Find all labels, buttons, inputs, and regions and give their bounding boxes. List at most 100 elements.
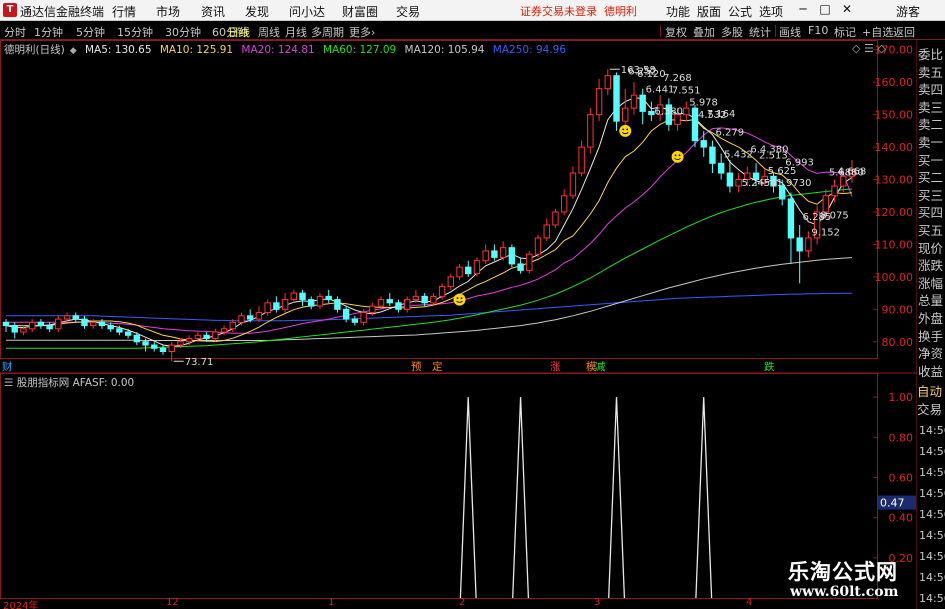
candle-body [299, 292, 306, 301]
period-weekly[interactable]: 周线 [258, 24, 280, 40]
smiley-face [671, 150, 684, 163]
period-30min[interactable]: 30分钟 [165, 24, 201, 40]
candle [526, 250, 533, 274]
tick-time: 14:56 [919, 592, 945, 605]
menu-icon[interactable]: ☰ [864, 42, 874, 55]
close-button[interactable]: ✕ [839, 2, 855, 16]
candle-body [220, 328, 228, 333]
user-guest[interactable]: 游客 [896, 3, 920, 20]
candle [264, 299, 271, 316]
smiley-face [453, 293, 466, 306]
expand-diamond-icon[interactable]: ◇ [877, 42, 885, 55]
candle-body [238, 315, 245, 323]
menu-item-hangqing[interactable]: 行情 [112, 3, 136, 20]
candle-body [351, 318, 359, 323]
period-monthly[interactable]: 月线 [285, 24, 307, 40]
tick-time: 14:56 [919, 571, 945, 584]
candle-body [2, 321, 10, 327]
minimize-button[interactable]: ─ [795, 2, 811, 16]
auto-trade-button[interactable]: 自动 交易 [917, 383, 945, 419]
candle-body [508, 247, 516, 265]
settings-diamond-icon[interactable]: ◇ [852, 42, 860, 55]
candle [735, 173, 742, 193]
period-daily[interactable]: 日线 [228, 24, 250, 40]
period-5min[interactable]: 5分钟 [76, 24, 105, 40]
quote-label: 卖三 [918, 99, 944, 115]
ma20-label: MA20: 124.81 [241, 44, 315, 56]
candle-body [116, 328, 123, 333]
period-fenshi[interactable]: 分时 [4, 24, 26, 40]
menu-item-jiaoyi[interactable]: 交易 [396, 3, 420, 20]
candle [534, 234, 542, 258]
smiley-icon [453, 293, 466, 306]
tool-fuquan[interactable]: 复权 [665, 24, 687, 40]
tool-huaxian[interactable]: 画线 [779, 24, 801, 40]
quote-label: 涨幅 [918, 275, 944, 291]
candle [648, 101, 655, 122]
tool-tongji[interactable]: 统计 [749, 24, 771, 40]
menu-item-xuanxiang[interactable]: 选项 [759, 3, 783, 20]
candle [342, 306, 350, 323]
candle-body [151, 344, 158, 349]
tool-biaoji[interactable]: 标记 [834, 24, 856, 40]
menu-item-zixun[interactable]: 资讯 [201, 3, 225, 20]
list-icon[interactable]: ☰ [4, 377, 13, 389]
chart-title: 德明利(日线) [4, 44, 65, 56]
auto-trade-line2: 交易 [917, 402, 943, 417]
candle-body [159, 347, 167, 353]
tool-back[interactable]: 返回 [893, 24, 915, 40]
indicator-spike [512, 397, 530, 599]
period-1min[interactable]: 1分钟 [34, 24, 63, 40]
trade-login-status[interactable]: 证券交易未登录 德明利 [520, 3, 637, 19]
menu-item-shichang[interactable]: 市场 [156, 3, 180, 20]
candle [508, 244, 516, 268]
menu-item-banmian[interactable]: 版面 [697, 3, 721, 20]
auto-trade-line1: 自动 [917, 384, 943, 399]
peak-label: 7.551 [672, 85, 701, 96]
diamond-icon[interactable]: ◆ [70, 46, 77, 56]
signal-zhang: 涨 [550, 361, 561, 373]
smiley-eye [456, 297, 459, 299]
candle-body [20, 328, 27, 333]
menu-item-gongneng[interactable]: 功能 [666, 3, 690, 20]
tool-f10[interactable]: F10 [808, 24, 828, 37]
tool-diejia[interactable]: 叠加 [693, 24, 715, 40]
candle [499, 241, 507, 261]
menu-item-gongshi[interactable]: 公式 [728, 3, 752, 20]
candle [465, 260, 472, 277]
menu-item-wenxiaoda[interactable]: 问小达 [289, 3, 325, 20]
tool-duogu[interactable]: 多股 [721, 24, 743, 40]
maximize-button[interactable]: □ [817, 2, 833, 16]
candle-body [726, 172, 734, 187]
candle [639, 88, 646, 125]
candle-body [569, 172, 577, 197]
menu-item-caifuquan[interactable]: 财富圈 [342, 3, 378, 20]
candle [726, 160, 734, 193]
candle-body [212, 331, 219, 340]
quote-label: 买二 [918, 170, 944, 186]
tick-time: 14:56 [919, 424, 945, 437]
indicator-name[interactable]: 股朋指标网 [17, 377, 70, 389]
date-label: 2024年 [3, 601, 39, 609]
price-tick-label: 150.00 [875, 109, 914, 122]
candle [46, 322, 53, 333]
candle [238, 312, 245, 326]
period-more[interactable]: 更多› [349, 24, 375, 40]
peak-label: 6.441 [646, 85, 675, 96]
menu-item-faxian[interactable]: 发现 [245, 3, 269, 20]
smiley-eye [626, 128, 629, 131]
candle-body [831, 185, 838, 197]
peak-label: 8.075 [820, 210, 849, 221]
quote-label: 买三 [918, 187, 944, 203]
candle-body [552, 211, 559, 226]
candle [351, 315, 359, 326]
period-multi[interactable]: 多周期 [311, 24, 344, 40]
period-15min[interactable]: 15分钟 [117, 24, 153, 40]
candle-body [63, 315, 71, 320]
smiley-face [619, 124, 632, 137]
candle-body [613, 75, 620, 122]
signal-jian: 减 [595, 361, 606, 373]
tool-add-watchlist[interactable]: +自选 [862, 24, 893, 40]
kline-chart[interactable]: 170.00160.00150.00140.00130.00120.00110.… [0, 40, 917, 609]
candle-body [412, 295, 420, 301]
